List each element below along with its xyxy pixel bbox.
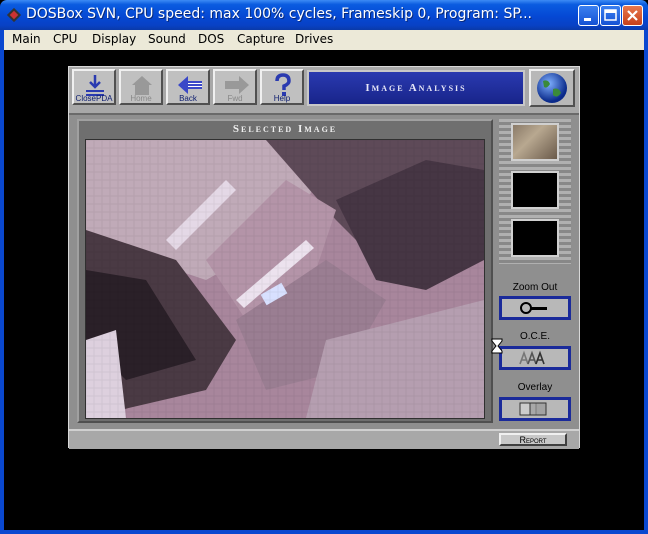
help-label: Help bbox=[273, 94, 291, 103]
overlay-label: Overlay bbox=[517, 382, 553, 393]
thumbnail-1[interactable] bbox=[511, 123, 559, 161]
window-frame-right bbox=[644, 50, 648, 534]
menu-cpu[interactable]: CPU bbox=[53, 32, 77, 46]
maximize-button[interactable] bbox=[600, 5, 621, 26]
forward-button[interactable]: Fwd bbox=[213, 69, 257, 105]
hourglass-cursor-icon bbox=[491, 338, 503, 354]
menu-dos[interactable]: DOS bbox=[198, 32, 224, 46]
menu-main[interactable]: Main bbox=[12, 32, 41, 46]
oce-label: O.C.E. bbox=[519, 331, 550, 342]
maximize-icon bbox=[604, 9, 617, 21]
close-button[interactable] bbox=[622, 5, 643, 26]
pda-status-bar: Report bbox=[69, 429, 579, 449]
globe-button[interactable] bbox=[529, 69, 575, 107]
close-pda-button[interactable]: ClosePDA bbox=[72, 69, 116, 105]
pda-window: ClosePDA Home Back Fwd Help Image Analys… bbox=[68, 66, 580, 449]
window-title: DOSBox SVN, CPU speed: max 100% cycles, … bbox=[26, 6, 532, 22]
forward-label: Fwd bbox=[227, 94, 243, 103]
side-controls: Zoom Out O.C.E. Overlay bbox=[497, 119, 573, 421]
overlay-icon bbox=[519, 402, 547, 416]
menu-drives[interactable]: Drives bbox=[295, 32, 333, 46]
home-button[interactable]: Home bbox=[119, 69, 163, 105]
title-bar: DOSBox SVN, CPU speed: max 100% cycles, … bbox=[0, 0, 648, 30]
analysis-image[interactable] bbox=[85, 139, 485, 419]
menu-bar: Main CPU Display Sound DOS Capture Drive… bbox=[0, 30, 648, 50]
panel-title: Selected Image bbox=[232, 123, 338, 135]
back-button[interactable]: Back bbox=[166, 69, 210, 105]
menu-display[interactable]: Display bbox=[92, 32, 136, 46]
window-frame-bottom bbox=[0, 530, 648, 534]
globe-icon bbox=[537, 73, 567, 103]
window-frame-left bbox=[0, 50, 4, 534]
pda-toolbar: ClosePDA Home Back Fwd Help Image Analys… bbox=[69, 67, 579, 115]
banner-title: Image Analysis bbox=[365, 82, 467, 94]
magnifier-icon bbox=[520, 302, 547, 314]
zoom-out-label: Zoom Out bbox=[512, 282, 558, 293]
thumbnail-3[interactable] bbox=[511, 219, 559, 257]
close-icon bbox=[627, 10, 638, 21]
dosbox-icon[interactable] bbox=[6, 7, 22, 23]
zoom-out-button[interactable] bbox=[499, 296, 571, 320]
home-label: Home bbox=[130, 94, 152, 103]
overlay-button[interactable] bbox=[499, 397, 571, 421]
back-label: Back bbox=[179, 94, 197, 103]
help-button[interactable]: Help bbox=[260, 69, 304, 105]
pixelated-photo bbox=[86, 140, 484, 418]
minimize-icon bbox=[584, 18, 591, 21]
minimize-button[interactable] bbox=[578, 5, 599, 26]
image-analysis-banner: Image Analysis bbox=[307, 70, 525, 106]
menu-capture[interactable]: Capture bbox=[237, 32, 285, 46]
report-button[interactable]: Report bbox=[499, 433, 567, 446]
close-pda-label: ClosePDA bbox=[75, 94, 113, 103]
menu-sound[interactable]: Sound bbox=[148, 32, 186, 46]
oce-button[interactable] bbox=[499, 346, 571, 370]
thumbnail-strip bbox=[499, 119, 571, 264]
selected-image-panel: Selected Image bbox=[77, 119, 493, 423]
aaa-icon bbox=[519, 350, 545, 365]
thumbnail-2[interactable] bbox=[511, 171, 559, 209]
